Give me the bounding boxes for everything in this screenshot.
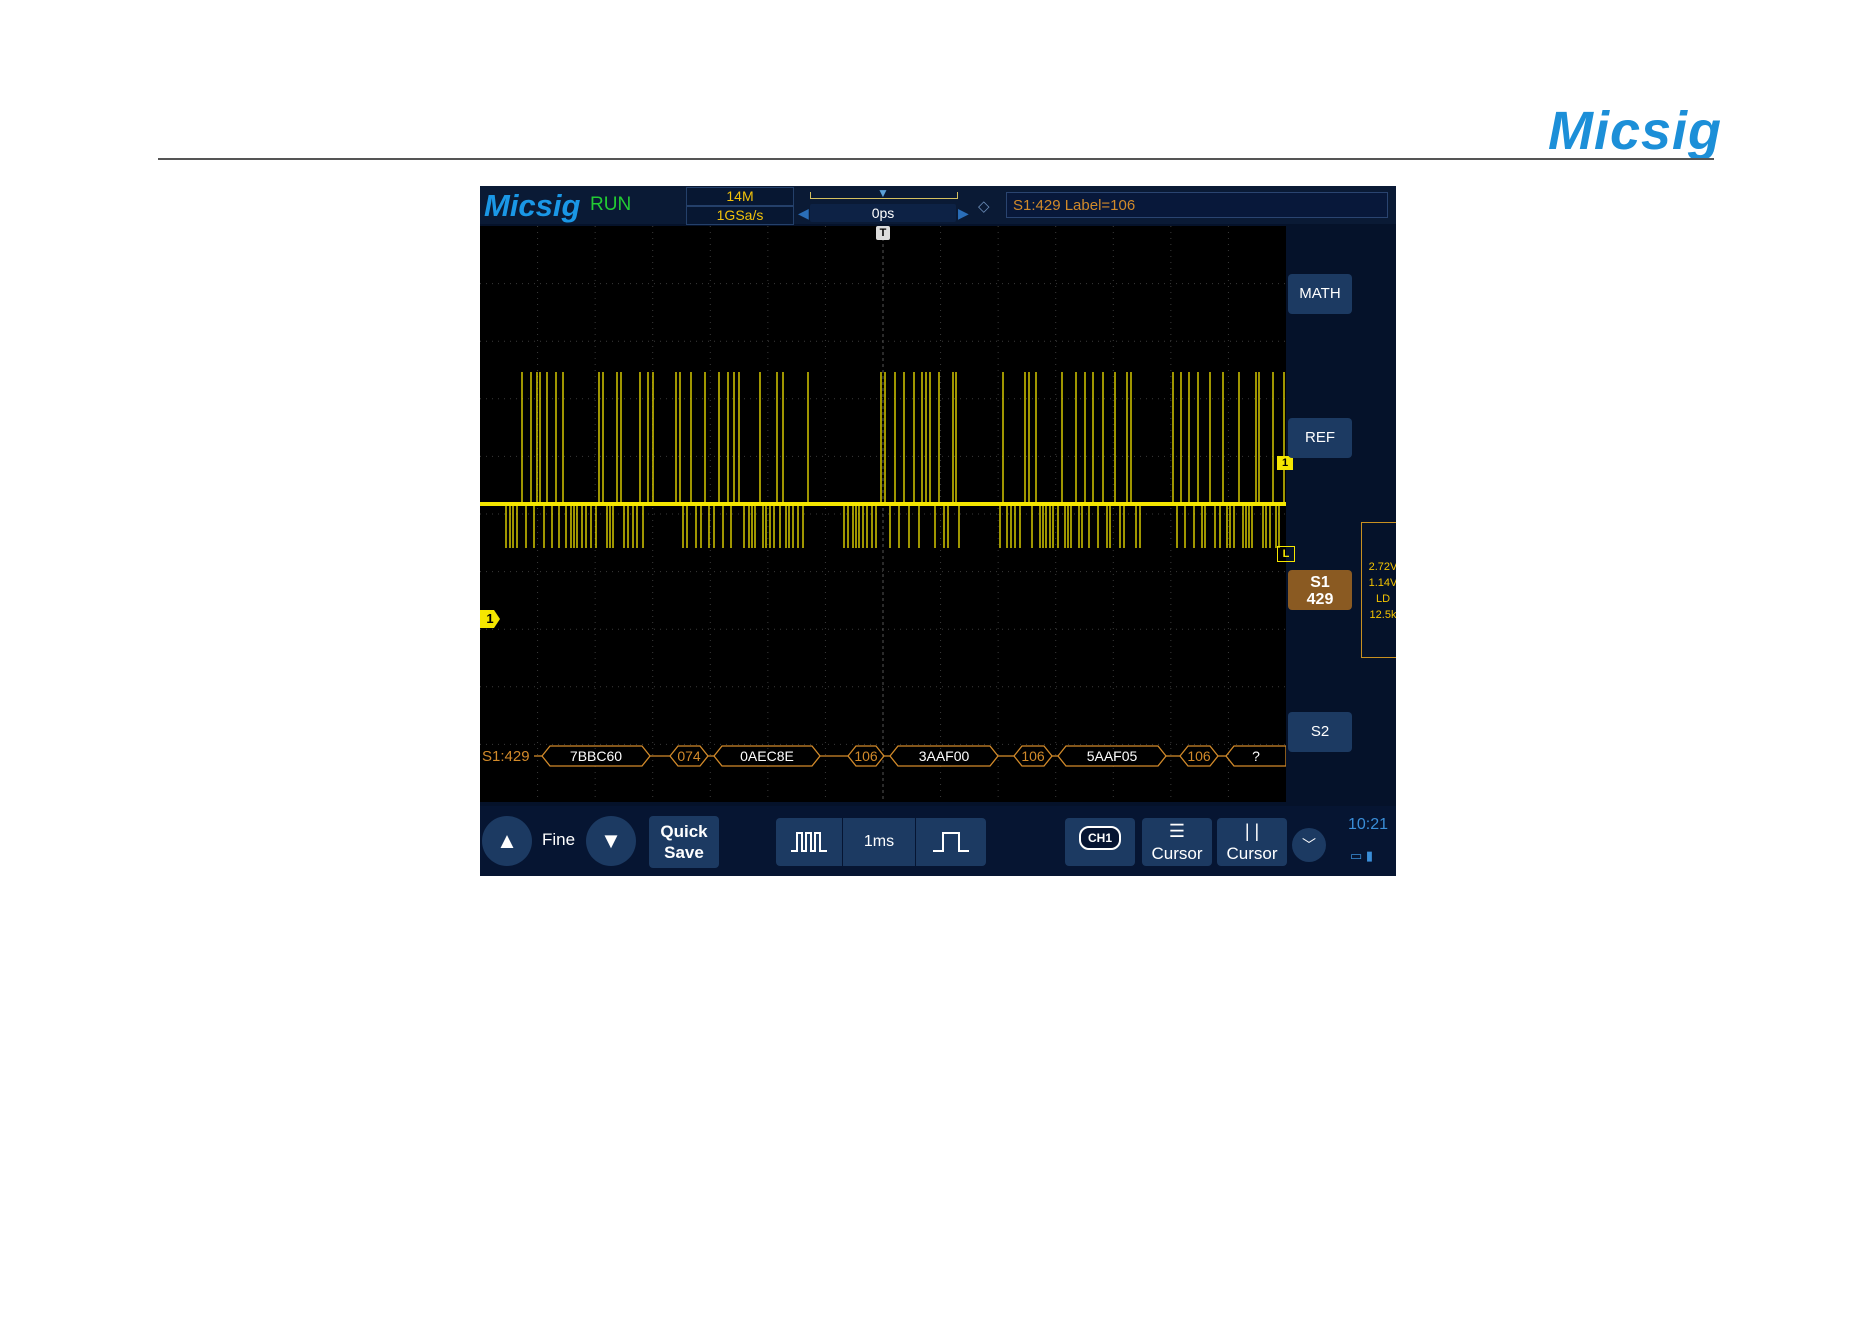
arrow-left-icon[interactable]: ◀ (798, 205, 809, 222)
scope-logo: Micsig (484, 188, 581, 223)
vertical-cursor-icon: | | (1244, 821, 1260, 841)
horizontal-cursor-label: Cursor (1151, 844, 1203, 863)
horizontal-cursor-button[interactable]: ☰ Cursor (1142, 818, 1212, 866)
bit-order: LD (1375, 593, 1391, 605)
memory-depth[interactable]: 14M (686, 187, 794, 206)
s1-protocol: 429 (1306, 591, 1334, 608)
header-divider (158, 158, 1714, 160)
eye-icon[interactable]: ◇ (978, 197, 990, 215)
narrow-pulse-icon (791, 832, 827, 852)
quick-save-button[interactable]: Quick Save (649, 816, 719, 868)
time-offset[interactable]: 0ps (810, 204, 956, 222)
decode-value: 5AAF05 (1087, 748, 1138, 764)
bottom-toolbar: ▲ Fine ▼ Quick Save 1ms CH1 ☰ Cursor | |… (480, 806, 1396, 876)
ch1-label: CH1 (1079, 826, 1121, 850)
grid-lines (480, 226, 1286, 802)
clock: 10:21 (1348, 816, 1389, 833)
decode-bus (534, 745, 1286, 767)
trigger-level-marker-1[interactable]: 1 (1277, 456, 1293, 470)
trigger-position-icon: ▼ (877, 186, 889, 200)
decode-value: ? (1252, 748, 1260, 764)
threshold-low: 1.14V (1368, 577, 1396, 589)
sample-rate[interactable]: 1GSa/s (686, 206, 794, 225)
math-button[interactable]: MATH (1288, 274, 1352, 314)
vertical-cursor-label: Cursor (1226, 844, 1278, 863)
decode-value: 0AEC8E (740, 748, 794, 764)
timebase-control: 1ms (776, 818, 986, 866)
chevron-down-icon[interactable]: ﹀ (1292, 828, 1326, 862)
s2-button[interactable]: S2 (1288, 712, 1352, 752)
run-status[interactable]: RUN (590, 194, 631, 216)
quick-save-line1: Quick (660, 822, 708, 841)
oscilloscope-screen: Micsig RUN 14M 1GSa/s ▼ ◀ 0ps ▶ ◇ S1:429… (480, 186, 1396, 876)
triangle-up-icon[interactable]: ▲ (482, 816, 532, 866)
wide-pulse-icon (933, 832, 969, 852)
arrow-right-icon[interactable]: ▶ (958, 205, 969, 222)
fine-label[interactable]: Fine (542, 830, 575, 850)
baud-rate: 12.5k (1369, 609, 1396, 621)
waveform-grid[interactable]: S1:429 7BBC60 074 0AEC8E 106 3AAF00 106 5AAF05 1… (480, 226, 1286, 802)
brand-logo: Micsig (1548, 101, 1723, 161)
ref-button[interactable]: REF (1288, 418, 1352, 458)
triangle-down-icon[interactable]: ▼ (586, 816, 636, 866)
timebase-decrease-button[interactable] (776, 818, 843, 866)
decode-value: 074 (677, 748, 701, 764)
decode-value: 106 (1187, 748, 1211, 764)
decode-value: 106 (1021, 748, 1045, 764)
vertical-cursor-button[interactable]: | | Cursor (1217, 818, 1287, 866)
decode-labels: S1:429 7BBC60 074 0AEC8E 106 3AAF00 106 5AAF05 1… (482, 748, 1260, 765)
timebase-increase-button[interactable] (916, 818, 986, 866)
decode-prefix: S1:429 (482, 748, 530, 765)
s1-settings-panel[interactable]: 2.72V 1.14V LD 12.5k (1361, 522, 1396, 658)
quick-save-line2: Save (664, 843, 704, 862)
top-status-bar: Micsig RUN 14M 1GSa/s ▼ ◀ 0ps ▶ ◇ S1:429… (480, 186, 1396, 225)
battery-icon: ▭ ▮ (1350, 848, 1374, 863)
decode-value: 106 (854, 748, 878, 764)
s1-button[interactable]: S1 429 (1288, 570, 1352, 610)
decode-value: 7BBC60 (570, 748, 622, 764)
trigger-level-marker-l[interactable]: L (1277, 546, 1295, 562)
trigger-t-marker[interactable]: T (876, 226, 890, 240)
threshold-high: 2.72V (1368, 561, 1396, 573)
horizontal-cursor-icon: ☰ (1168, 821, 1186, 841)
ch1-button[interactable]: CH1 (1065, 818, 1135, 866)
timebase-value[interactable]: 1ms (843, 818, 916, 866)
decode-value: 3AAF00 (919, 748, 970, 764)
trigger-info[interactable]: S1:429 Label=106 (1006, 192, 1388, 218)
s1-label: S1 (1310, 574, 1330, 591)
